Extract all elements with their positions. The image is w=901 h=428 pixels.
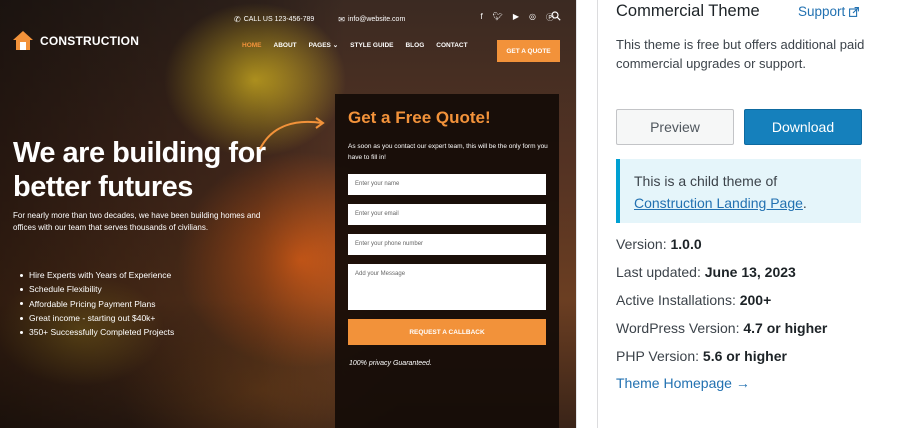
- meta-label: Active Installations:: [616, 292, 736, 308]
- youtube-icon: ▶: [512, 12, 520, 21]
- meta-value: 200+: [739, 292, 772, 308]
- nav-pages: PAGES ⌄: [308, 42, 339, 49]
- email-text: info@website.com: [347, 15, 406, 23]
- privacy-note: 100% privacy Guaranteed.: [349, 360, 432, 367]
- site-logo: CONSTRUCTION: [12, 30, 139, 52]
- meta-value: June 13, 2023: [704, 264, 796, 280]
- house-logo-icon: [13, 31, 33, 50]
- phone-icon: ✆: [234, 14, 241, 24]
- theme-meta: Version: 1.0.0 Last updated: June 13, 20…: [616, 233, 827, 373]
- phone-field: Enter your phone number: [348, 234, 546, 255]
- notice-prefix: This is a child theme of: [634, 173, 778, 189]
- panel-divider: [576, 0, 577, 428]
- main-nav: HOME ABOUT PAGES ⌄ STYLE GUIDE BLOG CONT…: [242, 41, 468, 50]
- quote-subtitle: As soon as you contact our expert team, …: [348, 143, 548, 161]
- external-link-icon: [849, 6, 860, 17]
- topbar-email: ✉ info@website.com: [338, 15, 405, 24]
- bullet-item: Affordable Pricing Payment Plans: [20, 297, 174, 311]
- bullet-item: 350+ Successfully Completed Projects: [20, 325, 174, 339]
- meta-row-wp-version: WordPress Version: 4.7 or higher: [616, 317, 827, 345]
- meta-value: 1.0.0: [670, 236, 702, 252]
- nav-style-guide: STYLE GUIDE: [350, 41, 394, 49]
- meta-value: 5.6 or higher: [702, 348, 787, 364]
- nav-blog: BLOG: [405, 41, 425, 49]
- search-icon: [551, 11, 561, 21]
- quote-title: Get a Free Quote!: [348, 108, 491, 127]
- support-label: Support: [798, 4, 846, 19]
- download-button[interactable]: Download: [744, 109, 862, 145]
- request-callback-button: REQUEST A CALLBACK: [348, 319, 546, 345]
- bullet-item: Schedule Flexibility: [20, 282, 174, 296]
- bullet-item: Great income - starting out $40k+: [20, 311, 174, 325]
- instagram-icon: ◎: [529, 12, 536, 21]
- phone-text: CALL US 123-456-789: [243, 15, 315, 23]
- preview-button[interactable]: Preview: [616, 109, 734, 145]
- meta-label: Version:: [616, 236, 667, 252]
- bullet-item: Hire Experts with Years of Experience: [20, 268, 174, 282]
- commercial-description: This theme is free but offers additional…: [616, 37, 865, 71]
- curved-arrow-icon: [259, 117, 325, 150]
- meta-value: 4.7 or higher: [743, 320, 828, 336]
- meta-row-installs: Active Installations: 200+: [616, 289, 827, 317]
- message-field: Add your Message: [348, 264, 546, 310]
- quote-form: Get a Free Quote! As soon as you contact…: [335, 94, 559, 428]
- logo-text: CONSTRUCTION: [40, 34, 140, 48]
- meta-label: PHP Version:: [616, 348, 700, 364]
- hero-description: For nearly more than two decades, we hav…: [13, 211, 261, 232]
- theme-screenshot: ✆ CALL US 123-456-789 ✉ info@website.com…: [0, 0, 576, 428]
- meta-label: WordPress Version:: [616, 320, 740, 336]
- meta-label: Last updated:: [616, 264, 701, 280]
- theme-info-panel: Commercial Theme Support This theme is f…: [597, 0, 901, 428]
- parent-theme-link[interactable]: Construction Landing Page: [634, 195, 803, 211]
- nav-about: ABOUT: [273, 41, 297, 49]
- theme-title: Commercial Theme: [616, 2, 760, 20]
- meta-row-updated: Last updated: June 13, 2023: [616, 261, 827, 289]
- topbar: ✆ CALL US 123-456-789 ✉ info@website.com: [234, 12, 405, 26]
- facebook-icon: f: [480, 12, 483, 21]
- meta-row-php-version: PHP Version: 5.6 or higher: [616, 345, 827, 373]
- support-link[interactable]: Support: [798, 4, 860, 19]
- child-theme-notice: This is a child theme of Construction La…: [616, 159, 861, 223]
- nav-home: HOME: [242, 41, 262, 49]
- notice-suffix: .: [802, 195, 807, 211]
- twitter-icon: 🐦︎: [492, 12, 503, 21]
- topbar-phone: ✆ CALL US 123-456-789: [234, 15, 314, 24]
- mail-icon: ✉: [338, 14, 345, 24]
- theme-homepage-link[interactable]: Theme Homepage →: [616, 375, 750, 391]
- get-a-quote-button: GET A QUOTE: [497, 40, 560, 62]
- name-field: Enter your name: [348, 174, 546, 195]
- social-icons: f 🐦︎ ▶ ◎ ⓟ: [480, 12, 554, 23]
- nav-contact: CONTACT: [436, 41, 468, 49]
- email-field: Enter your email: [348, 204, 546, 225]
- meta-row-version: Version: 1.0.0: [616, 233, 827, 261]
- hero-bullets: Hire Experts with Years of Experience Sc…: [20, 268, 174, 339]
